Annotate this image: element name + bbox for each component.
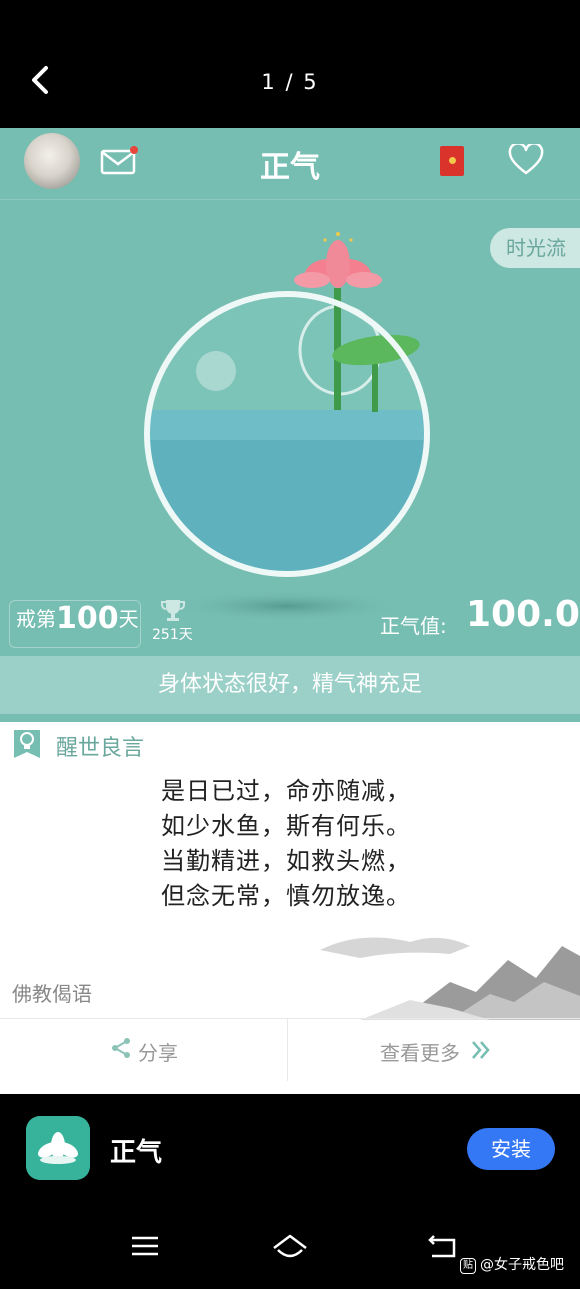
back-nav-icon[interactable] xyxy=(426,1232,458,1260)
system-nav-bar: 贴 @女子戒色吧 xyxy=(0,1204,580,1289)
streak-suffix: 天 xyxy=(118,607,139,631)
app-install-bar: 正气 安装 xyxy=(0,1094,580,1204)
app-title: 正气 xyxy=(260,150,320,185)
share-button[interactable]: 分享 xyxy=(12,1019,288,1081)
quote-card-title: 醒世良言 xyxy=(56,736,145,761)
quote-line: 如少水鱼，斯有何乐。 xyxy=(161,812,411,840)
viewer-top-bar: 1 / 5 xyxy=(0,0,580,128)
double-chevron-icon xyxy=(472,1041,490,1059)
quote-actions: 分享 查看更多 xyxy=(0,1018,580,1081)
best-days: 251天 xyxy=(152,627,193,643)
app-name: 正气 xyxy=(110,1138,163,1168)
menu-icon[interactable] xyxy=(130,1234,160,1258)
quote-line: 但念无常，慎勿放逸。 xyxy=(161,882,411,910)
share-icon xyxy=(112,1038,130,1058)
watermark-text: @女子戒色吧 xyxy=(480,1257,564,1273)
quote-source: 佛教偈语 xyxy=(12,982,92,1006)
ink-mountains-decoration xyxy=(320,937,580,1020)
redpacket-icon[interactable] xyxy=(440,146,464,176)
score-value: 100.0 xyxy=(466,594,580,635)
streak-days: 100 xyxy=(56,601,119,636)
share-label: 分享 xyxy=(138,1041,178,1065)
score-label: 正气值: xyxy=(380,614,447,638)
quote-text: 是日已过，命亦随减， 如少水鱼，斯有何乐。 当勤精进，如救头燃， 但念无常，慎勿… xyxy=(0,774,580,914)
install-button[interactable]: 安装 xyxy=(467,1128,555,1170)
page-indicator: 1 / 5 xyxy=(261,70,319,94)
view-more-label: 查看更多 xyxy=(380,1041,460,1065)
streak-days-box[interactable]: 戒第100天 xyxy=(9,600,141,648)
home-icon[interactable] xyxy=(270,1232,310,1262)
view-more-button[interactable]: 查看更多 xyxy=(290,1019,580,1081)
watermark: 贴 @女子戒色吧 xyxy=(460,1254,564,1274)
quote-line: 当勤精进，如救头燃， xyxy=(161,847,411,875)
streak-prefix: 戒第 xyxy=(16,607,56,631)
status-text: 身体状态很好，精气神充足 xyxy=(0,656,580,714)
watermark-badge: 贴 xyxy=(460,1258,476,1274)
quote-card: 醒世良言 是日已过，命亦随减， 如少水鱼，斯有何乐。 当勤精进，如救头燃， 但念… xyxy=(0,722,580,1094)
quote-line: 是日已过，命亦随减， xyxy=(161,777,411,805)
lotus-app-icon[interactable] xyxy=(26,1116,90,1180)
app-header: 正气 xyxy=(0,128,580,200)
app-screenshot: 正气 时光流 戒第100天 251天 正气值: 100.0 身体状态很好，精气神… xyxy=(0,128,580,1094)
trophy-icon xyxy=(161,600,185,621)
lotus-bowl-illustration xyxy=(144,232,430,622)
lightbulb-icon xyxy=(14,730,40,758)
heart-icon[interactable] xyxy=(508,144,544,176)
